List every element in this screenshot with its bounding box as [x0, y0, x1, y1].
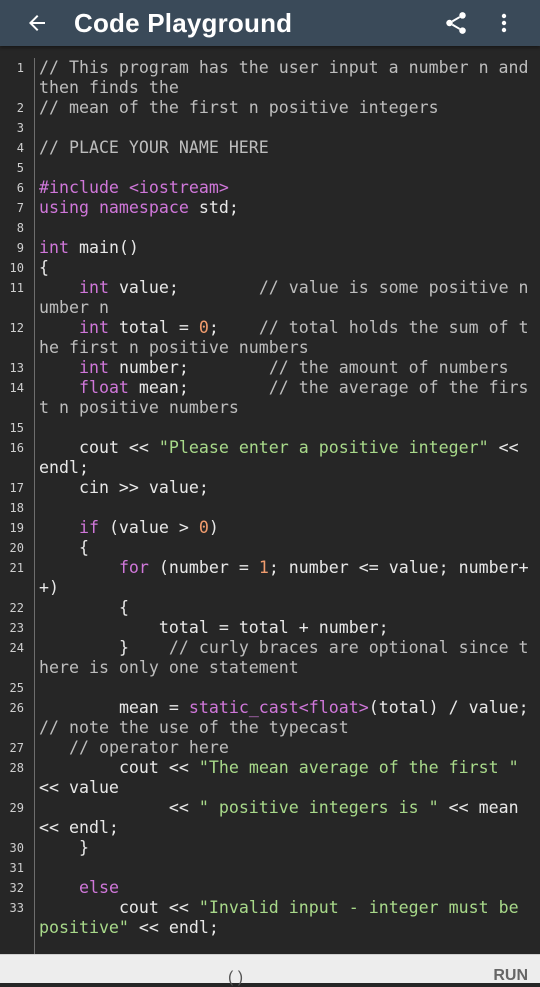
- line-number: 30: [9, 841, 24, 855]
- code-text: // operator here: [68, 738, 229, 757]
- line-number: 5: [16, 161, 24, 175]
- code-text: {: [39, 258, 49, 277]
- code-editor[interactable]: 1 // This program has the user input a nu…: [0, 58, 540, 954]
- line-number: 17: [9, 481, 24, 495]
- line-number: 14: [9, 381, 24, 395]
- line-number: 9: [16, 241, 24, 255]
- code-text: {: [39, 538, 89, 557]
- line-number: 19: [9, 521, 24, 535]
- code-text: {: [39, 598, 129, 617]
- line-number: 32: [9, 881, 24, 895]
- line-number: 4: [16, 141, 24, 155]
- page-title: Code Playground: [74, 7, 293, 38]
- code-text: total = total + number;: [39, 618, 389, 637]
- share-button[interactable]: [432, 0, 480, 46]
- code-text: if (value > 0): [78, 518, 219, 537]
- line-number: 7: [16, 201, 24, 215]
- line-number: 1: [16, 61, 24, 75]
- code-text: for (number = 1; number <= value; number…: [39, 558, 529, 597]
- more-options-button[interactable]: [480, 0, 528, 46]
- code-text: using namespace std;: [39, 198, 239, 217]
- code-text: #include <iostream>: [39, 178, 229, 197]
- line-number: 13: [9, 361, 24, 375]
- share-icon: [446, 12, 466, 34]
- line-number: 18: [9, 501, 24, 515]
- code-text: } // curly braces are optional since the…: [39, 638, 529, 677]
- line-number: 20: [9, 541, 24, 555]
- arrow-back-icon: [29, 15, 45, 31]
- line-number: 25: [9, 681, 24, 695]
- line-number: 26: [9, 701, 24, 715]
- bottom-toolbar: ( ) RUN: [0, 954, 540, 986]
- line-number: 27: [9, 741, 24, 755]
- code-text: cout << "The mean average of the first "…: [39, 758, 529, 797]
- code-text: int main(): [39, 238, 139, 257]
- code-text: int number; // the amount of numbers: [78, 358, 509, 377]
- app-bar: Code Playground: [0, 0, 540, 46]
- line-number: 8: [16, 221, 24, 235]
- line-number: 24: [9, 641, 24, 655]
- code-text: // This program has the user input a num…: [39, 58, 539, 97]
- code-text: // mean of the first n positive integers: [39, 98, 439, 117]
- code-text: cout << "Please enter a positive integer…: [39, 438, 529, 477]
- line-number: 12: [9, 321, 24, 335]
- more-vertical-icon: [501, 13, 507, 33]
- code-text: else: [78, 878, 119, 897]
- line-number: 22: [9, 601, 24, 615]
- line-number: 28: [9, 761, 24, 775]
- line-number: 16: [9, 441, 24, 455]
- code-text: float mean; // the average of the first …: [39, 378, 529, 417]
- run-button[interactable]: RUN: [493, 967, 528, 985]
- code-text: // PLACE YOUR NAME HERE: [39, 138, 269, 157]
- gutter-divider: [34, 58, 35, 954]
- code-text: << " positive integers is " << mean << e…: [39, 798, 529, 837]
- line-number: 21: [9, 561, 24, 575]
- code-text: }: [39, 838, 89, 857]
- line-number: 3: [16, 121, 24, 135]
- line-number: 31: [9, 861, 24, 875]
- code-text: cin >> value;: [39, 478, 209, 497]
- code-text: mean = static_cast<float>(total) / value…: [39, 698, 529, 737]
- code-text: cout << "Invalid input - integer must be…: [39, 898, 529, 937]
- line-number: 33: [9, 901, 24, 915]
- code-text: int value; // value is some positive num…: [39, 278, 529, 317]
- line-number: 6: [16, 181, 24, 195]
- line-number: 29: [9, 801, 24, 815]
- bottom-bar-text: ( ): [228, 969, 244, 986]
- line-number: 23: [9, 621, 24, 635]
- line-number: 2: [16, 101, 24, 115]
- code-text: int total = 0; // total holds the sum of…: [39, 318, 529, 357]
- line-number: 10: [9, 261, 24, 275]
- line-number: 15: [9, 421, 24, 435]
- back-button[interactable]: [0, 0, 74, 46]
- line-number: 11: [9, 281, 24, 295]
